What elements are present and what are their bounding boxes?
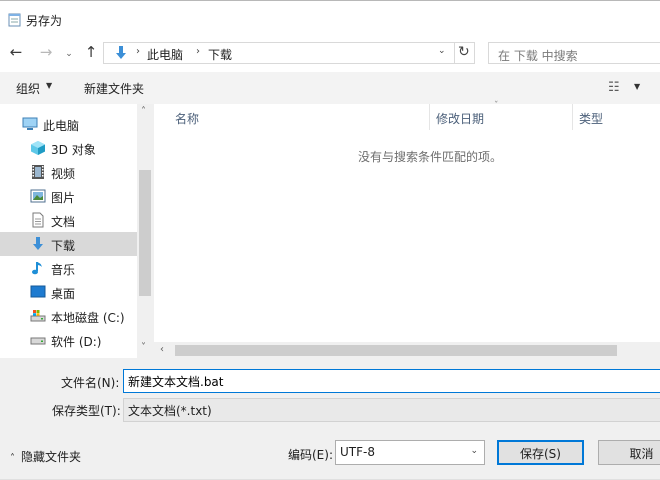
window-border — [0, 0, 660, 1]
cancel-button[interactable]: 取消 — [598, 440, 660, 465]
recent-locations-button[interactable]: ⌄ — [62, 44, 76, 64]
sidebar-item-label: 桌面 — [51, 287, 76, 301]
horizontal-scrollbar[interactable]: ‹ — [154, 342, 660, 359]
breadcrumb-separator[interactable]: › — [196, 46, 200, 57]
up-button[interactable]: ↑ — [81, 42, 101, 62]
sidebar-item-local-disk-c[interactable]: 本地磁盘 (C:) — [0, 304, 137, 328]
save-button[interactable]: 保存(S) — [497, 440, 584, 465]
music-icon — [32, 262, 42, 275]
sidebar-item-desktop[interactable]: 桌面 — [0, 280, 137, 304]
forward-button[interactable]: → — [36, 42, 56, 62]
sidebar-item-downloads[interactable]: 下载 — [0, 232, 137, 256]
empty-message: 没有与搜索条件匹配的项。 — [358, 150, 503, 164]
save-form: 文件名(N): 新建文本文档.bat 保存类型(T): 文本文档(*.txt) … — [0, 358, 660, 480]
desktop-icon — [30, 285, 46, 298]
scroll-up-arrow[interactable]: ˄ — [141, 106, 146, 117]
title-bar: 另存为 — [0, 0, 660, 40]
notepad-icon — [8, 13, 21, 27]
command-bar: 组织 ▼ 新建文件夹 ☷ ▼ — [0, 72, 660, 104]
hide-folders-label: 隐藏文件夹 — [21, 450, 82, 464]
window-title: 另存为 — [26, 14, 63, 28]
document-icon — [32, 212, 44, 228]
sidebar-item-3d-objects[interactable]: 3D 对象 — [0, 136, 137, 160]
hide-folders-button[interactable]: ˄ 隐藏文件夹 — [10, 448, 81, 465]
address-dropdown-button[interactable]: ⌄ — [438, 46, 446, 56]
view-dropdown-icon[interactable]: ▼ — [634, 82, 640, 91]
navigation-pane: 此电脑 3D 对象 视频 图片 文档 下载 音乐 桌面 本地磁盘 (C:) 软件… — [0, 104, 154, 358]
drive-icon — [30, 337, 46, 345]
sidebar-item-software-d[interactable]: 软件 (D:) — [0, 328, 137, 352]
sidebar-item-label: 本地磁盘 (C:) — [51, 311, 125, 325]
sidebar-scrollbar[interactable]: ˄ ˅ — [137, 104, 154, 358]
address-bar[interactable]: › 此电脑 › 下载 ⌄ ↻ — [103, 42, 475, 64]
column-header: 名称 ˇ 修改日期 类型 — [154, 101, 660, 130]
encoding-value: UTF-8 — [340, 445, 375, 459]
filetype-label: 保存类型(T): — [52, 404, 121, 418]
chevron-down-icon: ⌄ — [470, 446, 478, 456]
sidebar-item-label: 软件 (D:) — [51, 335, 102, 349]
sidebar-item-label: 视频 — [51, 167, 76, 181]
filename-input[interactable]: 新建文本文档.bat — [123, 369, 660, 393]
sidebar-item-this-pc[interactable]: 此电脑 — [0, 112, 137, 136]
scrollbar-thumb[interactable] — [139, 170, 151, 296]
video-icon — [32, 165, 44, 179]
scrollbar-thumb[interactable] — [175, 345, 617, 356]
sidebar-item-label: 此电脑 — [43, 119, 80, 133]
scroll-left-arrow[interactable]: ‹ — [160, 344, 164, 355]
sort-indicator-icon: ˇ — [494, 101, 499, 111]
sidebar-item-documents[interactable]: 文档 — [0, 208, 137, 232]
sidebar-item-videos[interactable]: 视频 — [0, 160, 137, 184]
search-placeholder: 在 下载 中搜索 — [498, 49, 578, 63]
breadcrumb-separator: › — [136, 46, 140, 57]
cube-icon — [31, 141, 45, 155]
download-icon — [33, 237, 43, 250]
encoding-select[interactable]: UTF-8 ⌄ — [335, 440, 485, 465]
drive-icon — [30, 310, 46, 322]
breadcrumb-this-pc[interactable]: 此电脑 — [147, 46, 183, 63]
file-list[interactable]: 名称 ˇ 修改日期 类型 没有与搜索条件匹配的项。 ‹ — [154, 101, 660, 359]
column-date-modified[interactable]: 修改日期 — [436, 110, 484, 127]
new-folder-button[interactable]: 新建文件夹 — [84, 80, 144, 97]
address-divider — [454, 43, 455, 63]
sidebar-item-label: 下载 — [51, 239, 76, 253]
search-input[interactable]: 在 下载 中搜索 — [488, 42, 660, 64]
pc-icon — [22, 117, 38, 130]
filename-label: 文件名(N): — [61, 376, 120, 390]
organize-dropdown-icon[interactable]: ▼ — [46, 81, 52, 90]
picture-icon — [30, 189, 46, 203]
filetype-select[interactable]: 文本文档(*.txt) — [123, 398, 660, 422]
back-button[interactable]: ← — [6, 42, 26, 62]
chevron-up-icon: ˄ — [10, 453, 15, 464]
download-folder-icon — [116, 46, 126, 59]
sidebar-item-label: 3D 对象 — [51, 143, 96, 157]
sidebar-item-label: 音乐 — [51, 263, 76, 277]
refresh-button[interactable]: ↻ — [458, 44, 470, 60]
scroll-down-arrow[interactable]: ˅ — [141, 342, 146, 353]
column-name[interactable]: 名称 — [175, 110, 199, 127]
sidebar-item-music[interactable]: 音乐 — [0, 256, 137, 280]
sidebar-item-label: 图片 — [51, 191, 76, 205]
organize-button[interactable]: 组织 — [16, 80, 40, 97]
column-type[interactable]: 类型 — [579, 110, 603, 127]
sidebar-item-pictures[interactable]: 图片 — [0, 184, 137, 208]
column-divider[interactable] — [429, 104, 430, 130]
column-divider[interactable] — [572, 104, 573, 130]
view-options-icon[interactable]: ☷ — [608, 80, 620, 95]
breadcrumb-downloads[interactable]: 下载 — [208, 46, 232, 63]
encoding-label: 编码(E): — [288, 448, 333, 462]
sidebar-item-label: 文档 — [51, 215, 76, 229]
